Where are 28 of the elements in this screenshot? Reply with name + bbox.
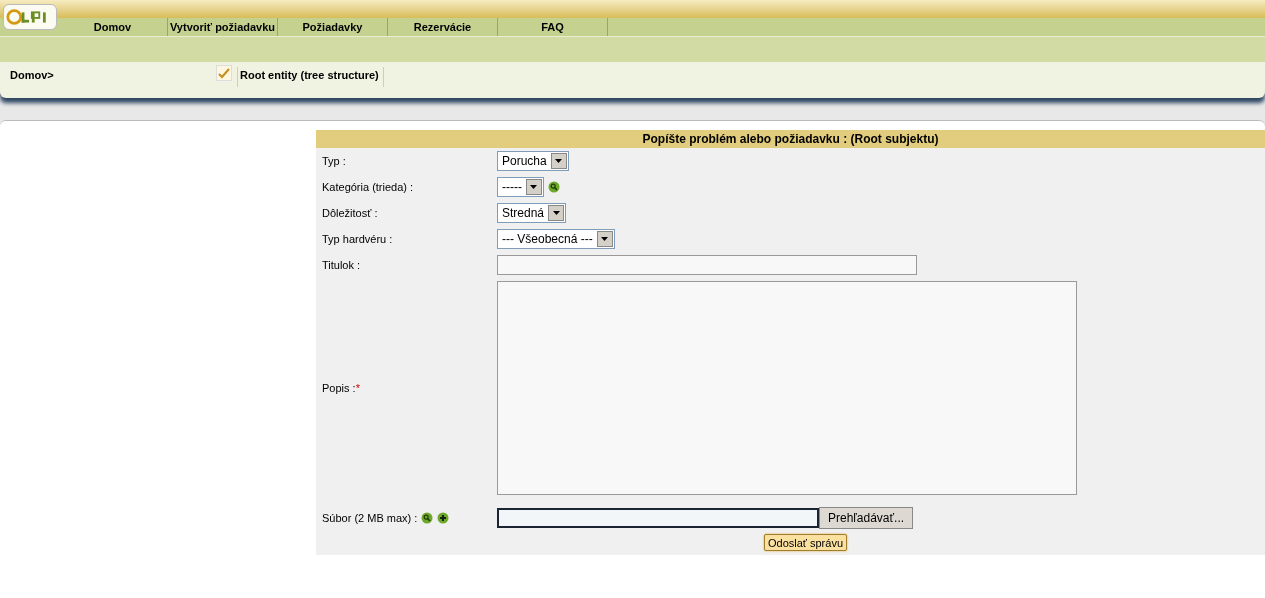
submit-button[interactable]: Odoslať správu <box>763 534 848 551</box>
breadcrumb-link[interactable]: Domov> <box>10 67 216 84</box>
field-label: Popis :* <box>322 380 360 396</box>
title-field[interactable] <box>497 255 917 275</box>
entity-label: Root entity (tree structure) <box>237 67 384 87</box>
field-label: Typ : <box>322 153 346 169</box>
field-label: Kategória (trieda) : <box>322 179 414 195</box>
search-icon[interactable] <box>421 512 434 524</box>
field-label: Titulok : <box>322 257 361 273</box>
caret-icon <box>601 237 609 241</box>
add-icon[interactable] <box>437 512 450 524</box>
form-header: Popíšte problém alebo požiadavku : (Root subjektu) <box>316 130 1265 148</box>
description-field[interactable] <box>497 281 1077 495</box>
dropdown[interactable]: --- Všeobecná --- <box>497 229 615 249</box>
browse-button[interactable]: Prehľadávať... <box>819 507 914 529</box>
field-label: Typ hardvéru : <box>322 231 393 247</box>
dropdown[interactable]: Porucha <box>497 151 569 171</box>
caret-icon <box>555 159 563 163</box>
field-label: Súbor (2 MB max) : <box>322 510 418 526</box>
field-label: Dôležitosť : <box>322 205 378 221</box>
caret-icon <box>530 185 538 189</box>
dropdown[interactable]: Stredná <box>497 203 567 223</box>
logo[interactable] <box>3 4 57 30</box>
file-field[interactable] <box>497 508 819 528</box>
checkmark-icon[interactable] <box>216 65 232 81</box>
search-icon[interactable] <box>548 181 560 193</box>
dropdown[interactable]: ----- <box>497 177 544 197</box>
caret-icon <box>552 211 560 215</box>
